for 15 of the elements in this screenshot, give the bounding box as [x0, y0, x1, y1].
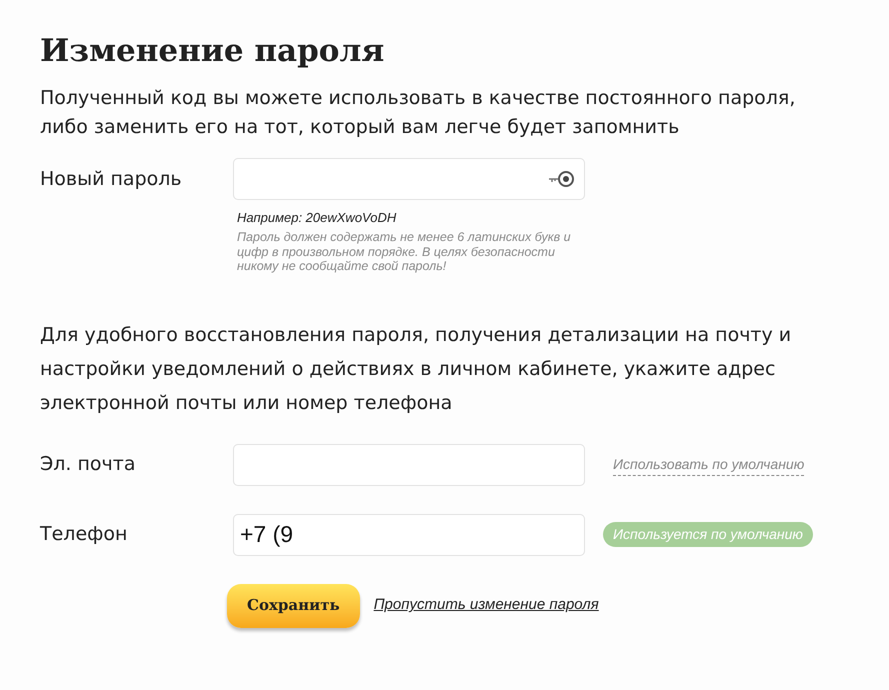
save-button[interactable]: Сохранить: [227, 584, 360, 628]
page-title: Изменение пароля: [40, 32, 384, 71]
example-text: Например: 20ewXwoVoDH: [237, 210, 398, 226]
default-badge: Используется по умолчанию: [603, 522, 813, 547]
password-field[interactable]: [233, 158, 585, 200]
key-icon[interactable]: [548, 169, 576, 189]
contact-field[interactable]: [233, 444, 585, 486]
password-hint: Пароль должен содержать не менее 6 латинских букв и цифр в произвольном порядке. В целях безопасности никому не сообщайте свой пароль!: [237, 230, 572, 274]
field-label: Новый пароль: [40, 167, 183, 192]
contact-intro-text: Для удобного восстановления пароля, получения детализации на почту и настройки уведомлений о действиях в личном кабинете, укажите адрес электронной почты или номер телефона: [40, 322, 792, 416]
field-label: Эл. почта: [40, 452, 136, 478]
intro-text: Полученный код вы можете использовать в качестве постоянного пароля, либо заменить его на тот, который вам легче будет запомнить: [40, 86, 796, 140]
field-label: Телефон: [40, 522, 128, 548]
skip-link[interactable]: Пропустить изменение пароля: [374, 594, 599, 617]
contact-field[interactable]: +7 (9: [233, 514, 585, 556]
